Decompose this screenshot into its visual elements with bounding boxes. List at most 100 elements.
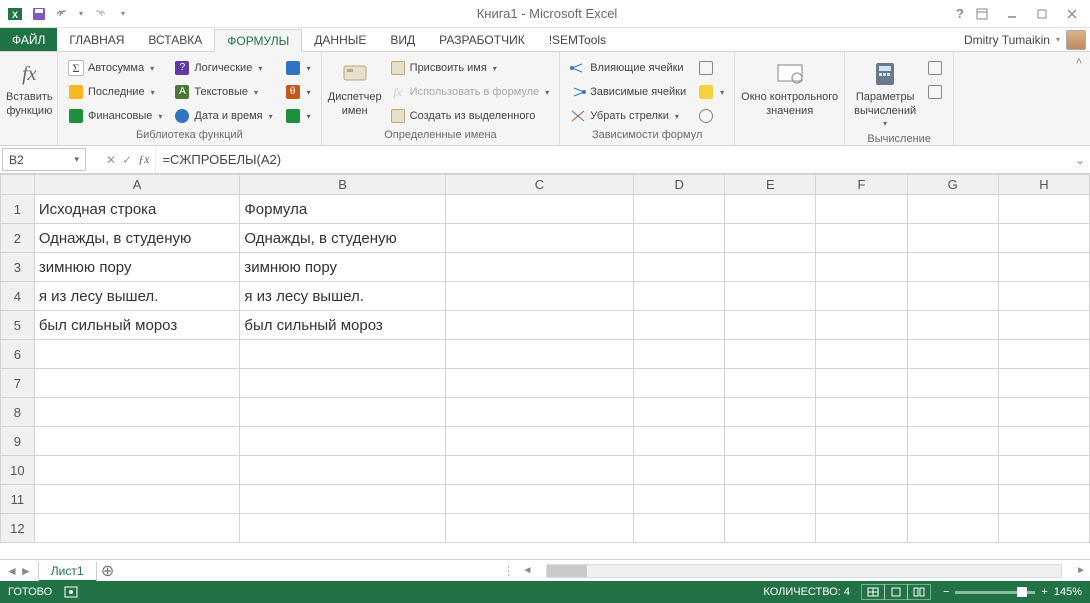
cell[interactable] [240,398,446,427]
cell[interactable] [445,253,633,282]
cell[interactable] [907,195,998,224]
cell[interactable]: был сильный мороз [240,311,446,340]
cell[interactable] [907,311,998,340]
col-header[interactable]: F [816,175,907,195]
cell[interactable]: зимнюю пору [34,253,240,282]
row-header[interactable]: 3 [1,253,35,282]
tab-developer[interactable]: РАЗРАБОТЧИК [427,28,537,51]
row-header[interactable]: 9 [1,427,35,456]
cell[interactable] [816,340,907,369]
row-header[interactable]: 5 [1,311,35,340]
collapse-ribbon-icon[interactable]: ˄ [1068,52,1090,145]
add-sheet-icon[interactable]: ⊕ [97,561,119,581]
view-page-layout-icon[interactable] [884,584,908,600]
tab-data[interactable]: ДАННЫЕ [302,28,378,51]
calc-sheet-button[interactable] [923,81,947,103]
cell[interactable] [907,485,998,514]
cell[interactable] [445,311,633,340]
row-header[interactable]: 10 [1,456,35,485]
cell[interactable] [907,427,998,456]
cell[interactable] [240,456,446,485]
cell[interactable] [907,369,998,398]
col-header[interactable]: A [34,175,240,195]
cell[interactable] [34,514,240,543]
cell[interactable] [634,253,725,282]
math-button[interactable]: θ▾ [281,81,315,103]
define-name-button[interactable]: Присвоить имя▾ [386,57,554,79]
cell[interactable] [725,340,816,369]
expand-formula-bar-icon[interactable]: ⌄ [1070,146,1090,173]
cell[interactable] [998,340,1089,369]
cell[interactable] [998,195,1089,224]
cell[interactable] [725,311,816,340]
cell[interactable]: Однажды, в студеную [240,224,446,253]
cell[interactable]: зимнюю пору [240,253,446,282]
cell[interactable] [725,282,816,311]
cell[interactable] [816,456,907,485]
cell[interactable] [816,195,907,224]
col-header[interactable]: D [634,175,725,195]
financial-button[interactable]: Финансовые▾ [64,105,166,127]
cell[interactable] [725,485,816,514]
cell[interactable] [998,427,1089,456]
zoom-out-icon[interactable]: − [943,586,949,598]
cell[interactable] [725,398,816,427]
fx-button-icon[interactable]: ƒx [138,152,149,167]
sheet-nav-last-icon[interactable]: ► [20,564,32,578]
cell[interactable] [240,369,446,398]
text-button[interactable]: AТекстовые▾ [170,81,276,103]
autosum-button[interactable]: ΣАвтосумма▾ [64,57,166,79]
cell[interactable] [907,456,998,485]
macro-record-icon[interactable] [64,586,78,598]
cancel-formula-icon[interactable]: ✕ [106,153,116,167]
cell[interactable] [816,311,907,340]
cell[interactable] [634,195,725,224]
cell[interactable] [998,369,1089,398]
remove-arrows-button[interactable]: Убрать стрелки▾ [566,105,690,127]
cell[interactable] [998,514,1089,543]
qat-customize-icon[interactable]: ▾ [112,3,134,25]
cell[interactable] [240,514,446,543]
cell[interactable] [240,485,446,514]
tab-view[interactable]: ВИД [378,28,427,51]
calculation-options-button[interactable]: Параметры вычислений ▾ [849,55,921,133]
cell[interactable] [816,369,907,398]
cell[interactable] [725,253,816,282]
row-header[interactable]: 2 [1,224,35,253]
cell[interactable] [998,253,1089,282]
cell[interactable]: Однажды, в студеную [34,224,240,253]
col-header[interactable]: E [725,175,816,195]
cell[interactable] [907,282,998,311]
view-page-break-icon[interactable] [907,584,931,600]
cell[interactable] [445,456,633,485]
tab-insert[interactable]: ВСТАВКА [136,28,214,51]
view-normal-icon[interactable] [861,584,885,600]
horizontal-scrollbar[interactable]: ◄ ► [519,564,1090,578]
name-box[interactable]: B2▾ [2,148,86,171]
cell[interactable] [34,456,240,485]
cell[interactable] [240,427,446,456]
cell[interactable] [725,224,816,253]
trace-precedents-button[interactable]: Влияющие ячейки [566,57,690,79]
undo-icon[interactable] [52,3,74,25]
cell[interactable] [445,195,633,224]
col-header[interactable]: G [907,175,998,195]
redo-icon[interactable] [88,3,110,25]
cell[interactable] [907,398,998,427]
cell[interactable] [725,514,816,543]
cell[interactable] [998,398,1089,427]
col-header[interactable]: B [240,175,446,195]
cell[interactable] [634,514,725,543]
tab-semtools[interactable]: !SEMTools [537,28,618,51]
calc-now-button[interactable] [923,57,947,79]
cell[interactable] [907,224,998,253]
cell[interactable] [634,369,725,398]
watch-window-button[interactable]: Окно контрольного значения [739,55,840,121]
cell[interactable] [240,340,446,369]
zoom-in-icon[interactable]: + [1041,586,1047,598]
error-check-button[interactable]: ▾ [694,81,728,103]
cell[interactable] [725,369,816,398]
cell[interactable] [34,485,240,514]
row-header[interactable]: 12 [1,514,35,543]
cell[interactable] [725,195,816,224]
